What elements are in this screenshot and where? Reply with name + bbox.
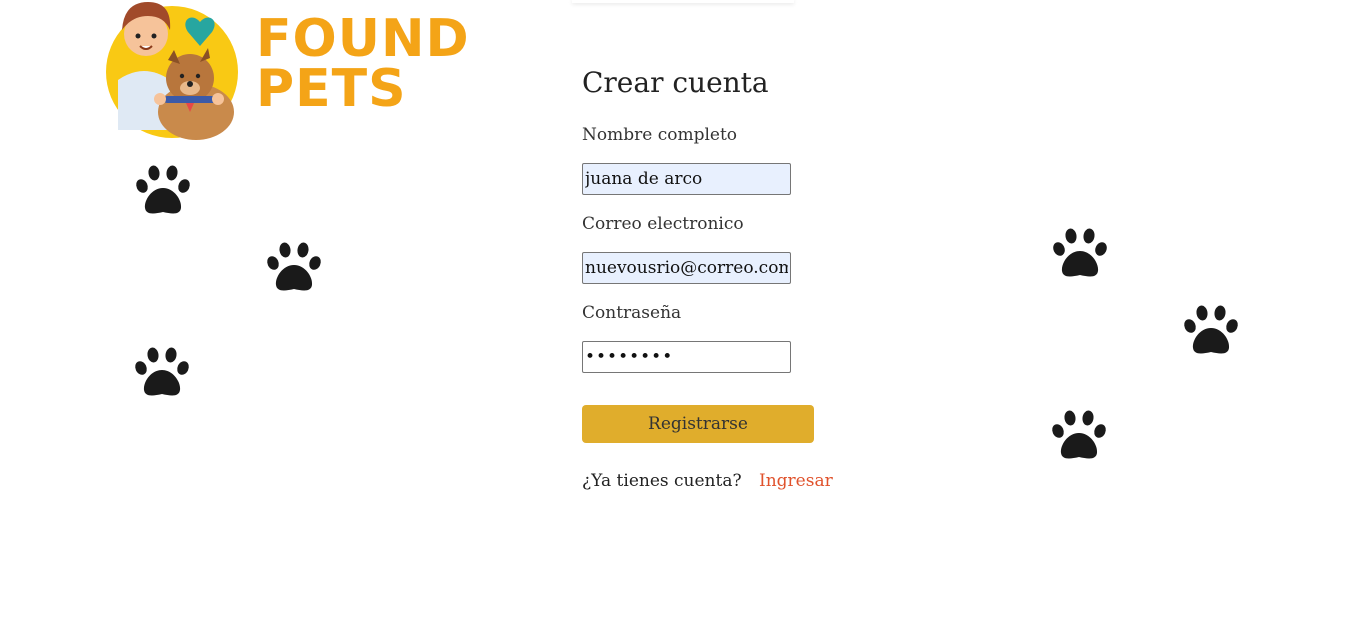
paw-icon [267,242,321,291]
full-name-input[interactable] [582,163,791,195]
paw-icon [1184,305,1238,354]
register-button[interactable]: Registrarse [582,405,814,443]
email-label: Correo electronico [582,214,744,234]
paw-icon [1052,410,1106,459]
signup-form: Crear cuenta Nombre completo Correo elec… [582,64,833,491]
login-link[interactable]: Ingresar [759,471,833,491]
logo-text-found: FOUND [256,9,470,69]
found-pets-logo: FOUND PETS [104,0,469,140]
logo-illustration [106,2,238,140]
login-prompt: ¿Ya tienes cuenta? Ingresar [582,471,833,491]
paw-icon [1053,228,1107,277]
email-input[interactable] [582,252,791,284]
password-label: Contraseña [582,303,682,323]
paw-icon [136,165,190,214]
signup-page: FOUND PETS Crear cuenta Nombre completo … [0,0,1366,629]
page-title: Crear cuenta [582,66,769,99]
logo-text-pets: PETS [256,59,407,119]
full-name-label: Nombre completo [582,125,738,145]
password-input[interactable] [582,341,791,373]
logo-text: FOUND PETS [256,9,470,119]
top-bar-shadow [572,0,794,3]
login-question: ¿Ya tienes cuenta? [582,471,742,491]
paw-icon [135,347,189,396]
